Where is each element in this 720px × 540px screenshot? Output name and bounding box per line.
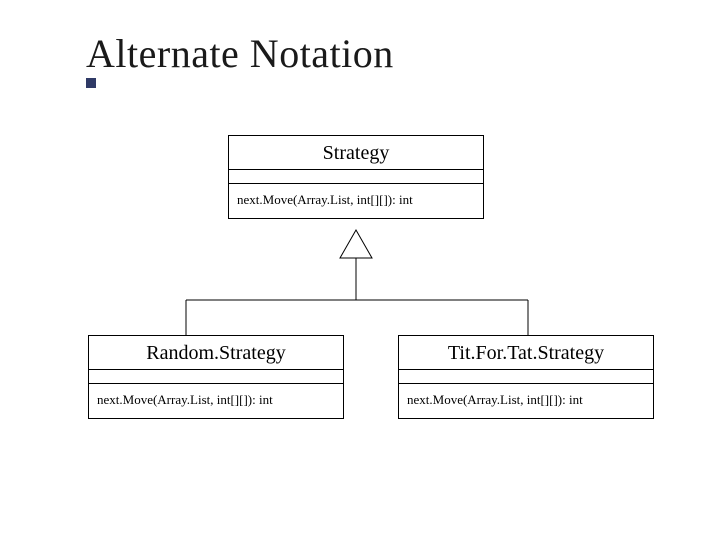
title-bullet <box>86 78 96 88</box>
uml-class-tit-for-tat-strategy: Tit.For.Tat.Strategy next.Move(Array.Lis… <box>398 335 654 419</box>
slide-title: Alternate Notation <box>86 30 394 77</box>
connectors <box>0 0 720 540</box>
uml-attributes-empty <box>399 370 653 384</box>
uml-class-random-strategy: Random.Strategy next.Move(Array.List, in… <box>88 335 344 419</box>
uml-attributes-empty <box>229 170 483 184</box>
uml-class-name: Random.Strategy <box>89 336 343 370</box>
uml-class-strategy: Strategy next.Move(Array.List, int[][]):… <box>228 135 484 219</box>
uml-class-name: Tit.For.Tat.Strategy <box>399 336 653 370</box>
uml-class-name: Strategy <box>229 136 483 170</box>
uml-attributes-empty <box>89 370 343 384</box>
uml-operation: next.Move(Array.List, int[][]): int <box>229 184 483 218</box>
uml-operation: next.Move(Array.List, int[][]): int <box>89 384 343 418</box>
uml-operation: next.Move(Array.List, int[][]): int <box>399 384 653 418</box>
